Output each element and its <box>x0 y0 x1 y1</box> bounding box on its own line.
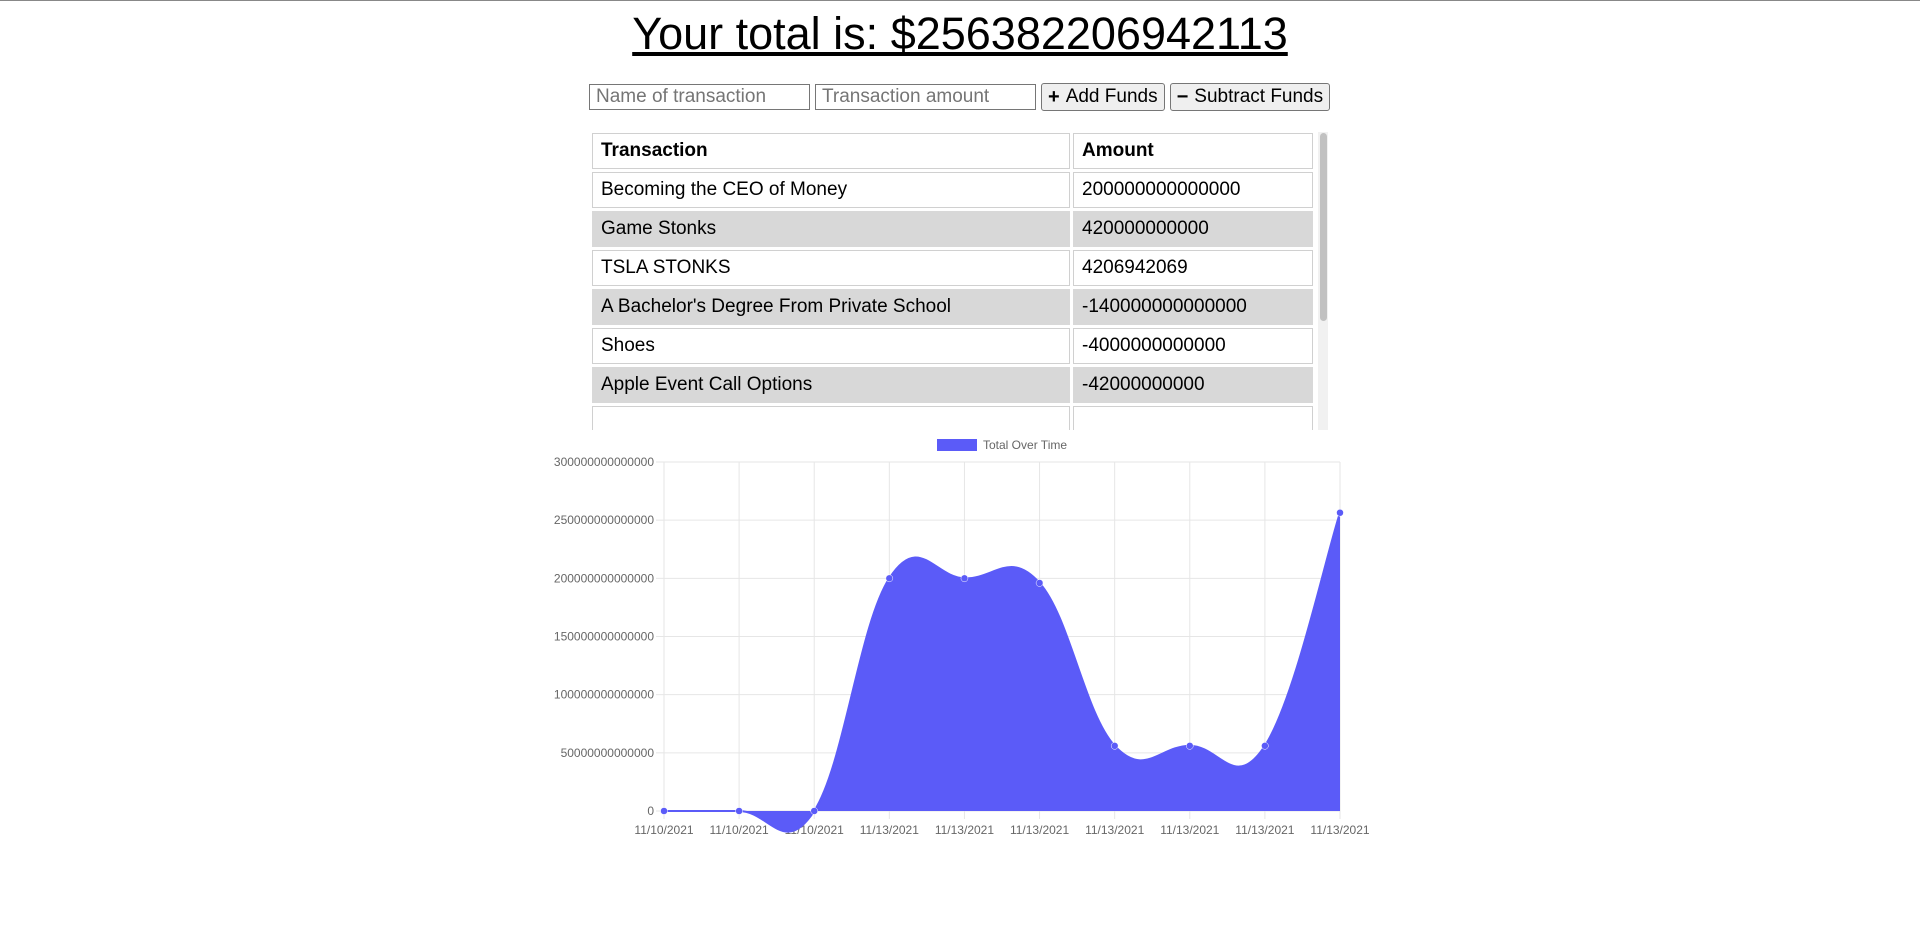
table-row: A Bachelor's Degree From Private School … <box>592 289 1313 325</box>
x-tick-label: 11/13/2021 <box>935 823 994 837</box>
x-tick-label: 11/13/2021 <box>1010 823 1069 837</box>
x-tick-label: 11/13/2021 <box>1085 823 1144 837</box>
transaction-name: Becoming the CEO of Money <box>592 172 1070 208</box>
x-tick-label: 11/13/2021 <box>1235 823 1294 837</box>
x-tick-label: 11/13/2021 <box>860 823 919 837</box>
data-point <box>660 807 668 815</box>
data-point <box>1110 742 1119 750</box>
data-point <box>1336 508 1344 517</box>
y-tick-label: 250000000000000 <box>554 513 654 527</box>
add-funds-button[interactable]: + Add Funds <box>1041 83 1165 111</box>
table-row: Shoes -4000000000000 <box>592 328 1313 364</box>
header-transaction: Transaction <box>592 133 1070 169</box>
subtract-funds-label: Subtract Funds <box>1194 86 1324 107</box>
table-row: Apple Event Call Options -42000000000 <box>592 367 1313 403</box>
y-tick-label: 50000000000000 <box>561 746 655 760</box>
transaction-name: A Bachelor's Degree From Private School <box>592 289 1070 325</box>
table-row: Becoming the CEO of Money 20000000000000… <box>592 172 1313 208</box>
x-tick-label: 11/10/2021 <box>634 823 693 837</box>
add-funds-label: Add Funds <box>1065 86 1158 107</box>
x-tick-label: 11/13/2021 <box>1310 823 1369 837</box>
y-tick-label: 300000000000000 <box>554 455 654 469</box>
table-row: TSLA STONKS 4206942069 <box>592 250 1313 286</box>
data-point <box>1035 579 1044 587</box>
x-tick-label: 11/10/2021 <box>710 823 769 837</box>
transaction-amount: -140000000000000 <box>1073 289 1313 325</box>
transaction-amount: -4000000000000 <box>1073 328 1313 364</box>
transaction-amount: -42000000000 <box>1073 367 1313 403</box>
data-point <box>960 574 969 583</box>
header-amount: Amount <box>1073 133 1313 169</box>
transaction-amount: 420000000000 <box>1073 211 1313 247</box>
total-over-time-chart: 0 50000000000000 100000000000000 1500000000… <box>554 438 1370 837</box>
x-tick-label: 11/13/2021 <box>1160 823 1219 837</box>
transaction-name-input[interactable] <box>589 84 810 110</box>
table-row <box>592 406 1313 430</box>
y-tick-label: 100000000000000 <box>554 688 654 702</box>
plus-icon: + <box>1048 86 1060 108</box>
legend-swatch <box>937 439 977 451</box>
transaction-amount-partial <box>1073 406 1313 430</box>
series-area <box>664 512 1340 832</box>
transaction-name: Apple Event Call Options <box>592 367 1070 403</box>
legend-label: Total Over Time <box>983 438 1067 452</box>
y-tick-label: 0 <box>647 804 654 818</box>
minus-icon: − <box>1176 86 1189 108</box>
data-point <box>885 574 894 583</box>
subtract-funds-button[interactable]: − Subtract Funds <box>1169 83 1331 111</box>
y-tick-label: 150000000000000 <box>554 630 654 644</box>
transactions-table: Transaction Amount Becoming the CEO of M… <box>589 130 1316 430</box>
transaction-name-partial <box>592 406 1070 430</box>
transaction-name: Game Stonks <box>592 211 1070 247</box>
transactions-table-container[interactable]: Transaction Amount Becoming the CEO of M… <box>589 130 1329 430</box>
table-row: Game Stonks 420000000000 <box>592 211 1313 247</box>
data-point <box>1186 742 1194 750</box>
top-border <box>0 0 1920 1</box>
table-scrollbar-thumb[interactable] <box>1320 133 1327 321</box>
transaction-amount: 4206942069 <box>1073 250 1313 286</box>
data-point <box>1261 742 1269 750</box>
total-heading: Your total is: $256382206942113 <box>632 8 1288 59</box>
transaction-name: Shoes <box>592 328 1070 364</box>
table-header-row: Transaction Amount <box>592 133 1313 169</box>
y-tick-label: 200000000000000 <box>554 571 654 585</box>
transaction-name: TSLA STONKS <box>592 250 1070 286</box>
transaction-amount: 200000000000000 <box>1073 172 1313 208</box>
transaction-amount-input[interactable] <box>815 84 1036 110</box>
transaction-form: + Add Funds − Subtract Funds <box>589 83 1331 111</box>
data-point <box>735 807 743 815</box>
data-point <box>810 807 818 815</box>
